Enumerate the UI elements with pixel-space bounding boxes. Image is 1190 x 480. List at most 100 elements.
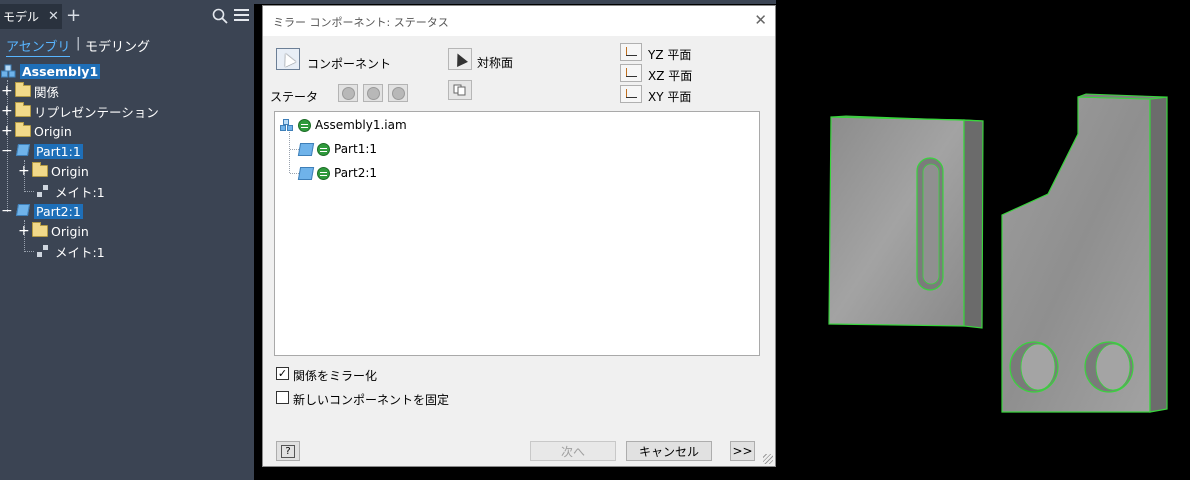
tree-item-label: Origin [51,163,89,179]
select-pointer-icon [452,51,468,67]
tree-item-label: Part1:1 [34,143,83,159]
model-view[interactable] [776,0,1190,480]
assembly-icon [1,64,17,78]
tree-item-label: メイト:1 [55,244,105,260]
dialog-titlebar[interactable]: ミラー コンポーネント: ステータス ✕ [263,6,775,36]
component-pick-button[interactable] [276,48,300,70]
expand-icon[interactable]: + [18,164,30,178]
collapse-icon[interactable]: − [1,204,13,218]
tree-item-part1[interactable]: − Part1:1 [1,142,83,160]
tree-item-part2-origin[interactable]: + Origin [18,222,89,240]
expand-icon[interactable]: + [1,84,13,98]
expand-icon[interactable]: + [1,124,13,138]
browser-tabbar: モデル ✕ + [0,0,254,33]
representation-folder-icon [15,102,31,118]
part1-body[interactable] [828,115,984,329]
list-item-label: Part1:1 [334,142,378,156]
tree-item-label: Part2:1 [34,203,83,219]
tree-line [25,191,34,192]
xz-plane-icon[interactable] [620,64,642,82]
tree-item-assembly1[interactable]: Assembly1 [1,62,101,80]
folder-icon [15,82,31,98]
component-status-list[interactable]: Assembly1.iam Part1:1 Part2:1 [274,111,760,356]
mirror-status-button[interactable] [338,84,358,102]
reuse-status-button[interactable] [363,84,383,102]
tree-item-part2-mate[interactable]: メイト:1 [36,242,105,260]
xy-plane-label[interactable]: XY 平面 [648,88,691,105]
list-item[interactable]: Part1:1 [297,140,378,158]
mirror-relations-label: 関係をミラー化 [293,369,378,383]
tree-item-relations[interactable]: + 関係 [1,82,59,100]
tree-line [289,129,290,173]
part-icon [15,204,31,218]
fix-new-components-label: 新しいコンポーネントを固定 [293,393,450,407]
tab-model[interactable]: モデル ✕ [0,4,62,29]
list-item-label: Part2:1 [334,166,378,180]
exclude-status-button[interactable] [388,84,408,102]
search-icon[interactable] [212,8,228,24]
tree-item-part2[interactable]: − Part2:1 [1,202,83,220]
tree-item-label: Assembly1 [20,63,101,79]
resize-grip-icon[interactable] [763,454,773,464]
mode-modeling-link[interactable]: モデリング [85,36,150,55]
graphics-viewport[interactable] [776,0,1190,480]
browser-mode-switch: アセンブリ | モデリング [0,34,254,57]
select-pointer-icon [280,51,296,67]
expand-icon[interactable]: + [1,104,13,118]
tree-item-label: Origin [34,123,72,139]
tab-model-label: モデル [3,10,40,24]
mirror-status-icon[interactable] [298,118,311,132]
list-item[interactable]: Part2:1 [297,164,378,182]
tree-item-label: 関係 [34,84,60,100]
tree-line [290,173,299,174]
tree-item-label: メイト:1 [55,184,105,200]
symmetry-plane-pick-button[interactable] [448,48,472,70]
help-button[interactable]: ? [276,441,300,461]
part-icon [297,142,315,156]
mate-icon [36,244,52,258]
part2-body[interactable] [1001,93,1168,413]
mirror-status-icon[interactable] [317,142,330,156]
cancel-button[interactable]: キャンセル [626,441,712,461]
assembly-icon [280,118,295,132]
hamburger-menu-icon[interactable] [234,9,249,23]
mirror-status-icon[interactable] [317,166,330,180]
tree-item-label: リプレゼンテーション [34,104,159,120]
next-button[interactable]: 次へ [530,441,616,461]
tree-item-origin[interactable]: + Origin [1,122,72,140]
tree-item-representations[interactable]: + リプレゼンテーション [1,102,159,120]
tree-item-part1-mate[interactable]: メイト:1 [36,182,105,200]
tree-line [25,251,34,252]
xy-plane-icon[interactable] [620,85,642,103]
mirror-relations-checkbox[interactable]: ✓ [276,367,289,380]
tree-item-label: Origin [51,223,89,239]
mode-assembly-link[interactable]: アセンブリ [6,36,71,57]
mode-separator: | [76,36,81,51]
status-label: ステータ [270,90,319,104]
yz-plane-icon[interactable] [620,43,642,61]
expand-icon[interactable]: + [18,224,30,238]
list-item-label: Assembly1.iam [315,118,407,132]
folder-icon [32,222,48,238]
tree-line [290,149,299,150]
add-tab-icon[interactable]: + [66,6,81,26]
more-options-button[interactable]: >> [730,441,755,461]
dialog-title: ミラー コンポーネント: ステータス [273,16,449,29]
help-icon: ? [281,444,295,458]
collapse-icon[interactable]: − [1,144,13,158]
fix-new-components-checkbox[interactable] [276,391,289,404]
tree-item-part1-origin[interactable]: + Origin [18,162,89,180]
close-icon[interactable]: ✕ [754,11,767,29]
mirror-component-dialog: ミラー コンポーネント: ステータス ✕ コンポーネント 対称面 ステータ YZ… [262,5,776,467]
folder-icon [15,122,31,138]
model-browser: モデル ✕ + アセンブリ | モデリング Assembly1 + 関係 + リ… [0,0,254,480]
part-icon [297,166,315,180]
component-label: コンポーネント [307,57,392,71]
list-item[interactable]: Assembly1.iam [280,116,407,134]
copy-name-icon[interactable] [448,80,472,100]
yz-plane-label[interactable]: YZ 平面 [648,46,691,63]
folder-icon [32,162,48,178]
part-icon [15,144,31,158]
close-icon[interactable]: ✕ [48,9,59,24]
xz-plane-label[interactable]: XZ 平面 [648,67,692,84]
